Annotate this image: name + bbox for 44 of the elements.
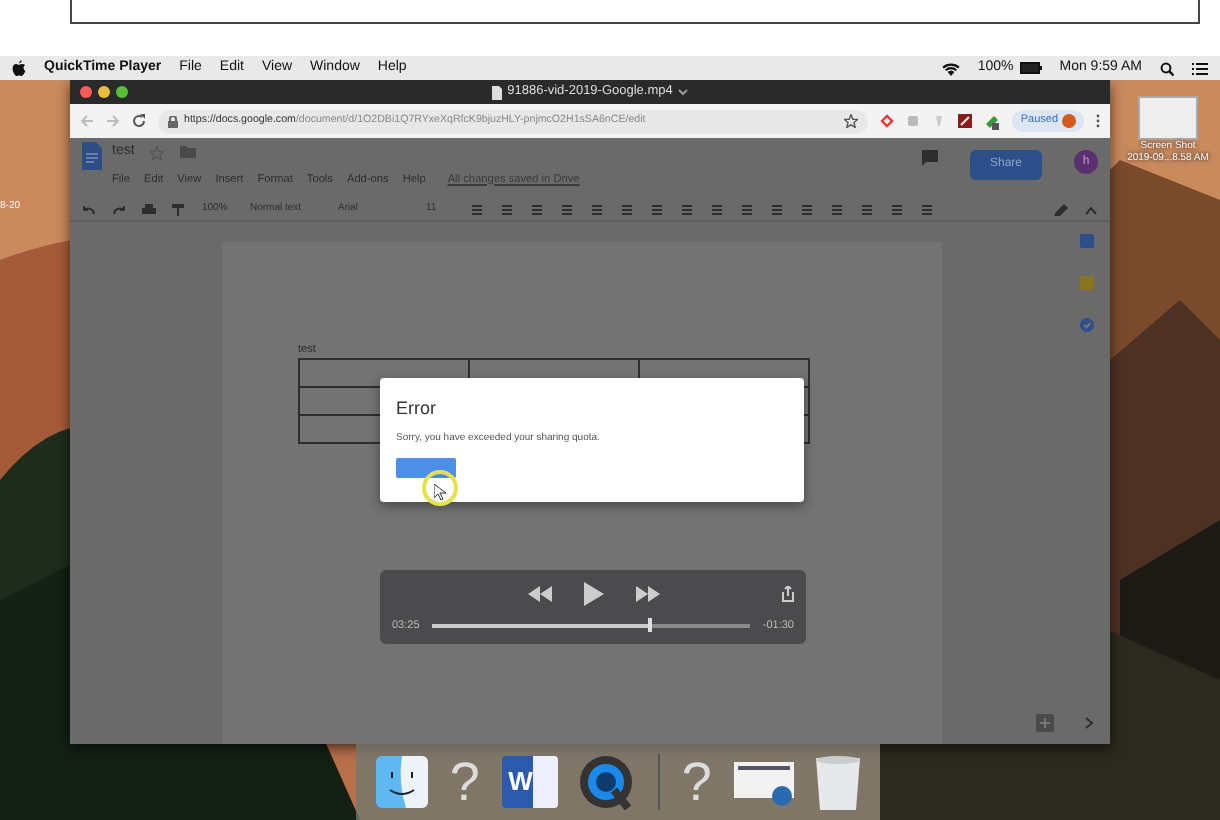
fast-forward-icon[interactable] (635, 586, 659, 602)
paint-format-icon[interactable] (172, 203, 186, 215)
ok-button[interactable] (396, 458, 456, 479)
explore-icon[interactable] (1036, 714, 1054, 732)
expand-icon[interactable] (1084, 716, 1094, 730)
play-icon[interactable] (583, 582, 603, 606)
minimize-button[interactable] (98, 86, 110, 98)
folder-icon[interactable] (180, 146, 197, 159)
redo-icon[interactable] (112, 203, 126, 215)
screenshot-thumbnail[interactable] (1138, 96, 1198, 140)
search-icon[interactable] (1160, 61, 1174, 75)
unknown-app-icon[interactable]: ? (681, 755, 712, 809)
trash-icon[interactable] (816, 755, 861, 809)
word-app-icon[interactable]: W (502, 756, 559, 808)
pdf-icon[interactable] (958, 114, 973, 128)
rewind-icon[interactable] (527, 586, 551, 602)
back-icon[interactable] (80, 114, 94, 128)
forward-icon[interactable] (106, 114, 120, 128)
wifi-icon[interactable] (941, 61, 960, 75)
close-button[interactable] (80, 86, 92, 98)
star-icon[interactable] (844, 114, 859, 128)
pencil-icon[interactable] (1054, 203, 1068, 215)
zoom-button[interactable] (116, 86, 128, 98)
unknown-app-icon[interactable]: ? (449, 755, 480, 809)
collapse-icon[interactable] (1084, 203, 1098, 215)
avatar-icon (1062, 114, 1076, 128)
print-icon[interactable] (142, 203, 156, 215)
undo-icon[interactable] (82, 203, 96, 215)
screenshot-icon[interactable] (734, 758, 795, 806)
list-icon[interactable] (1192, 61, 1208, 75)
quicktime-icon[interactable] (580, 755, 635, 809)
reload-icon[interactable] (132, 114, 146, 128)
apple-icon[interactable] (12, 60, 26, 76)
document-icon (491, 85, 502, 99)
battery-icon[interactable] (1019, 62, 1042, 74)
chevron-icon[interactable] (678, 88, 689, 96)
docs-logo-icon[interactable] (82, 142, 102, 170)
tasks-icon[interactable] (1079, 318, 1093, 332)
finder-icon[interactable] (375, 756, 428, 808)
extension-icon[interactable] (984, 113, 1001, 129)
dialog-title: Error (396, 398, 438, 420)
lock-icon (168, 115, 178, 127)
calendar-icon[interactable] (1079, 234, 1093, 248)
share-icon[interactable] (782, 586, 794, 602)
